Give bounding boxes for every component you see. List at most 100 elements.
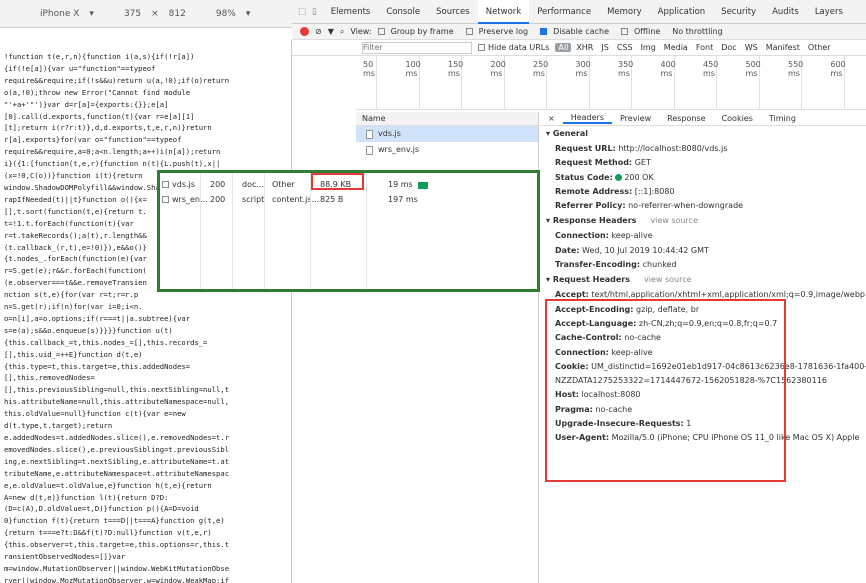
details-tab-cookies[interactable]: Cookies bbox=[714, 114, 761, 123]
inspect-icon[interactable]: ⬚ bbox=[298, 7, 306, 17]
timeline-overview[interactable]: 50 ms 100 ms 150 ms 200 ms 250 ms 300 ms 350 m… bbox=[356, 56, 866, 110]
timeline-tick: 100 ms bbox=[406, 56, 421, 110]
device-width[interactable]: 375 bbox=[124, 9, 141, 19]
header-key: Remote Address: bbox=[555, 186, 633, 196]
view-label: View: bbox=[350, 27, 372, 36]
list-item[interactable]: wrs_env.js bbox=[356, 142, 538, 158]
filter-input[interactable] bbox=[362, 41, 472, 54]
details-tab-preview[interactable]: Preview bbox=[612, 114, 659, 123]
preserve-log-checkbox[interactable] bbox=[465, 28, 473, 35]
throttling-select[interactable]: No throttling bbox=[672, 27, 723, 36]
details-tab-headers[interactable]: Headers bbox=[562, 113, 612, 124]
cell-name: wrs_en... bbox=[172, 195, 208, 204]
disable-cache-checkbox[interactable] bbox=[540, 28, 548, 35]
timeline-tick-label: 200 ms bbox=[490, 60, 506, 78]
cell-size: 825 B bbox=[320, 195, 344, 204]
header-key: Date: bbox=[555, 245, 580, 255]
name-column-header[interactable]: Name bbox=[356, 112, 538, 126]
close-icon[interactable]: × bbox=[540, 114, 563, 123]
zoom-select[interactable]: 98% bbox=[216, 9, 236, 19]
header-key: Request URL: bbox=[555, 144, 616, 153]
status-dot-icon bbox=[615, 173, 623, 181]
timeline-tick: 200 ms bbox=[491, 56, 506, 110]
preserve-log-label: Preserve log bbox=[478, 27, 529, 36]
search-icon[interactable]: ⌕ bbox=[340, 27, 344, 37]
list-item[interactable]: vds.js bbox=[356, 126, 538, 142]
timeline-tick-label: 300 ms bbox=[575, 60, 591, 78]
view-source-link[interactable]: view source bbox=[650, 216, 698, 225]
chevron-down-icon[interactable]: ▾ bbox=[246, 9, 251, 19]
header-key: Status Code: bbox=[555, 172, 613, 182]
tab-audits[interactable]: Audits bbox=[764, 0, 807, 24]
response-headers-title[interactable]: ▾ Response Headers view source bbox=[546, 216, 866, 225]
offline-checkbox[interactable] bbox=[621, 28, 628, 35]
timeline-tick-label: 550 ms bbox=[788, 60, 804, 78]
filter-type-ws[interactable]: WS bbox=[742, 43, 761, 52]
tab-console[interactable]: Console bbox=[378, 0, 428, 24]
details-tab-timing[interactable]: Timing bbox=[761, 114, 804, 123]
device-select[interactable]: iPhone X bbox=[40, 9, 79, 19]
header-row: Connection: keep-alive bbox=[540, 229, 866, 243]
tab-elements[interactable]: Elements bbox=[323, 0, 379, 24]
tab-layers[interactable]: Layers bbox=[807, 0, 851, 24]
code-view: !function t(e,r,n){function i(a,s){if(!r… bbox=[0, 40, 292, 583]
waterfall-bar bbox=[418, 182, 428, 189]
timeline-tick: 450 ms bbox=[703, 56, 718, 110]
list-item-label: vds.js bbox=[378, 129, 401, 138]
tab-application[interactable]: Application bbox=[650, 0, 714, 24]
chevron-down-icon[interactable]: ▾ bbox=[89, 9, 94, 19]
row-file-icon bbox=[162, 181, 169, 188]
grid-line bbox=[366, 173, 367, 289]
filter-icon[interactable]: ▼ bbox=[328, 27, 334, 36]
tab-performance[interactable]: Performance bbox=[529, 0, 599, 24]
device-toggle-icon[interactable]: ▯ bbox=[312, 7, 317, 17]
tab-memory[interactable]: Memory bbox=[599, 0, 650, 24]
tab-security[interactable]: Security bbox=[713, 0, 764, 24]
filter-type-other[interactable]: Other bbox=[805, 43, 834, 52]
view-source-link[interactable]: view source bbox=[644, 275, 692, 284]
timeline-tick-label: 250 ms bbox=[533, 60, 549, 78]
general-section-title[interactable]: ▾ General bbox=[546, 129, 866, 138]
header-row: Status Code: 200 OK bbox=[540, 171, 866, 185]
filter-type-css[interactable]: CSS bbox=[614, 43, 636, 52]
filter-type-font[interactable]: Font bbox=[693, 43, 716, 52]
group-by-frame-checkbox[interactable] bbox=[377, 28, 385, 35]
filter-type-manifest[interactable]: Manifest bbox=[763, 43, 803, 52]
filter-type-js[interactable]: JS bbox=[598, 43, 611, 52]
timeline-tick-label: 500 ms bbox=[745, 60, 761, 78]
devtools-tabbar: ⬚ ▯ Elements Console Sources Network Perform… bbox=[292, 0, 866, 24]
response-headers-section: Connection: keep-alive Date: Wed, 10 Jul … bbox=[540, 229, 866, 272]
header-value: chunked bbox=[642, 260, 677, 270]
disable-cache-label: Disable cache bbox=[553, 27, 609, 36]
timeline-tick: 150 ms bbox=[448, 56, 463, 110]
timeline-tick: 500 ms bbox=[746, 56, 761, 110]
clear-icon[interactable]: ⊘ bbox=[315, 27, 322, 36]
table-row[interactable]: wrs_en... 200 script content.js... 825 B 197 … bbox=[160, 191, 537, 209]
device-toolbar: iPhone X ▾ 375 × 812 98% ▾ bbox=[0, 0, 292, 28]
details-tab-response[interactable]: Response bbox=[659, 114, 713, 123]
hide-data-urls-checkbox[interactable] bbox=[478, 44, 485, 51]
offline-label: Offline bbox=[634, 27, 661, 36]
cell-type: script bbox=[242, 195, 265, 204]
row-file-icon bbox=[162, 196, 169, 203]
filter-type-xhr[interactable]: XHR bbox=[573, 43, 596, 52]
general-section: Request URL: http://localhost:8080/vds.j… bbox=[540, 142, 866, 213]
grid-line bbox=[200, 173, 201, 289]
timeline-tick: 250 ms bbox=[533, 56, 548, 110]
timeline-tick: 600 ms bbox=[831, 56, 846, 110]
timeline-tick: 350 ms bbox=[618, 56, 633, 110]
filter-type-media[interactable]: Media bbox=[661, 43, 691, 52]
grid-line bbox=[264, 173, 265, 289]
device-height[interactable]: 812 bbox=[169, 9, 186, 19]
highlight-box-red-size bbox=[311, 173, 364, 190]
request-headers-title[interactable]: ▾ Request Headers view source bbox=[546, 275, 866, 284]
header-row: Request URL: http://localhost:8080/vds.j… bbox=[540, 142, 866, 156]
header-value: Wed, 10 Jul 2019 10:44:42 GMT bbox=[582, 245, 709, 255]
tab-sources[interactable]: Sources bbox=[428, 0, 478, 24]
tab-network[interactable]: Network bbox=[477, 0, 530, 24]
record-icon[interactable] bbox=[300, 27, 309, 36]
filter-type-all[interactable]: All bbox=[555, 43, 572, 52]
header-key: Transfer-Encoding: bbox=[555, 260, 641, 270]
filter-type-doc[interactable]: Doc bbox=[718, 43, 739, 52]
filter-type-img[interactable]: Img bbox=[638, 43, 659, 52]
